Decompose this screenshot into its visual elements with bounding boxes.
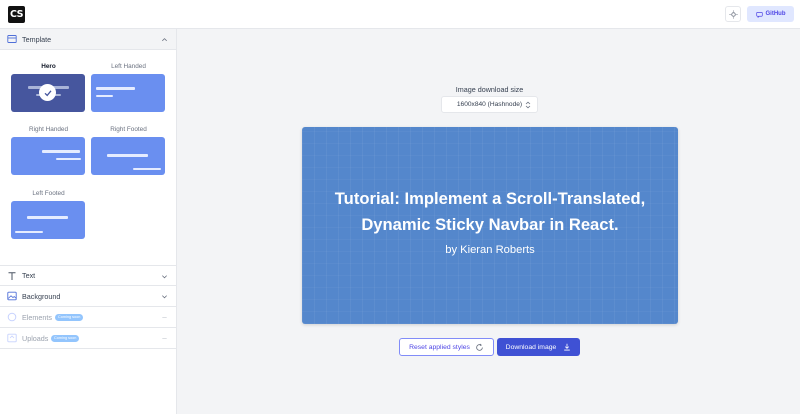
dash-icon xyxy=(162,338,167,339)
preview-title-line-1: Tutorial: Implement a Scroll-Translated, xyxy=(334,189,646,208)
preview-title-line-2: Dynamic Sticky Navbar in React. xyxy=(361,214,619,234)
background-section-label: Background xyxy=(22,291,61,301)
reset-styles-button[interactable]: Reset applied styles xyxy=(399,338,494,356)
download-image-label: Download image xyxy=(505,343,557,351)
circle-icon xyxy=(7,312,17,322)
refresh-icon xyxy=(476,343,483,351)
template-right-footed[interactable]: Right Footed xyxy=(91,125,166,175)
chevron-up-icon xyxy=(162,38,167,42)
elements-section-label: Elements xyxy=(22,312,52,322)
reset-styles-label: Reset applied styles xyxy=(409,343,470,351)
template-thumbnail[interactable] xyxy=(91,137,165,175)
app-header: CS GitHub xyxy=(0,0,800,29)
image-icon xyxy=(7,291,17,301)
sun-icon xyxy=(728,9,738,19)
main-canvas-area: Image download size 1600x840 (Hashnode) … xyxy=(177,29,800,414)
download-size-label: Image download size xyxy=(455,85,524,94)
template-section-label: Template xyxy=(22,34,52,44)
selected-check xyxy=(39,84,56,101)
coming-soon-badge: Coming soon xyxy=(55,314,84,321)
theme-toggle-button[interactable] xyxy=(725,6,741,22)
github-label: GitHub xyxy=(765,11,786,17)
background-section-header[interactable]: Background xyxy=(0,286,176,307)
uploads-section-label: Uploads xyxy=(22,333,49,343)
chevron-down-icon xyxy=(162,275,167,279)
image-preview: Tutorial: Implement a Scroll-Translated,… xyxy=(302,127,678,324)
text-section-header[interactable]: Text xyxy=(0,265,176,286)
select-arrows-icon xyxy=(525,101,531,109)
preview-author: by Kieran Roberts xyxy=(445,244,535,256)
download-icon xyxy=(564,343,571,351)
layout-icon xyxy=(7,35,17,43)
template-thumbnail[interactable] xyxy=(11,137,85,175)
github-icon xyxy=(755,11,763,18)
template-left-footed[interactable]: Left Footed xyxy=(11,189,86,239)
download-image-button[interactable]: Download image xyxy=(497,338,580,356)
uploads-section-header: Uploads Coming soon xyxy=(0,328,176,349)
preview-title: Tutorial: Implement a Scroll-Translated,… xyxy=(302,186,678,237)
template-name: Right Handed xyxy=(28,126,69,133)
template-right-handed[interactable]: Right Handed xyxy=(11,125,86,175)
template-section-header[interactable]: Template xyxy=(0,29,176,50)
dash-icon xyxy=(162,317,167,318)
template-thumbnail[interactable] xyxy=(11,201,85,239)
template-name: Right Footed xyxy=(110,126,147,133)
template-thumbnail[interactable] xyxy=(11,74,85,112)
template-thumbnail[interactable] xyxy=(91,74,165,112)
text-icon xyxy=(8,272,16,280)
github-button[interactable]: GitHub xyxy=(747,6,794,22)
template-name: Hero xyxy=(41,63,56,70)
upload-icon xyxy=(7,333,17,343)
check-icon xyxy=(44,89,52,96)
coming-soon-badge: Coming soon xyxy=(51,335,80,342)
logo[interactable]: CS xyxy=(8,6,25,23)
elements-section-header: Elements Coming soon xyxy=(0,307,176,328)
chevron-down-icon xyxy=(162,295,167,299)
template-name: Left Footed xyxy=(32,190,65,197)
text-section-label: Text xyxy=(22,271,36,280)
download-size-select[interactable]: 1600x840 (Hashnode) xyxy=(441,96,538,113)
template-hero[interactable]: Hero xyxy=(11,62,86,112)
download-size-value: 1600x840 (Hashnode) xyxy=(456,101,523,108)
template-left-handed[interactable]: Left Handed xyxy=(91,62,166,112)
sidebar: Template Hero Left Handed Right Handed R… xyxy=(0,29,177,414)
template-name: Left Handed xyxy=(111,63,146,70)
